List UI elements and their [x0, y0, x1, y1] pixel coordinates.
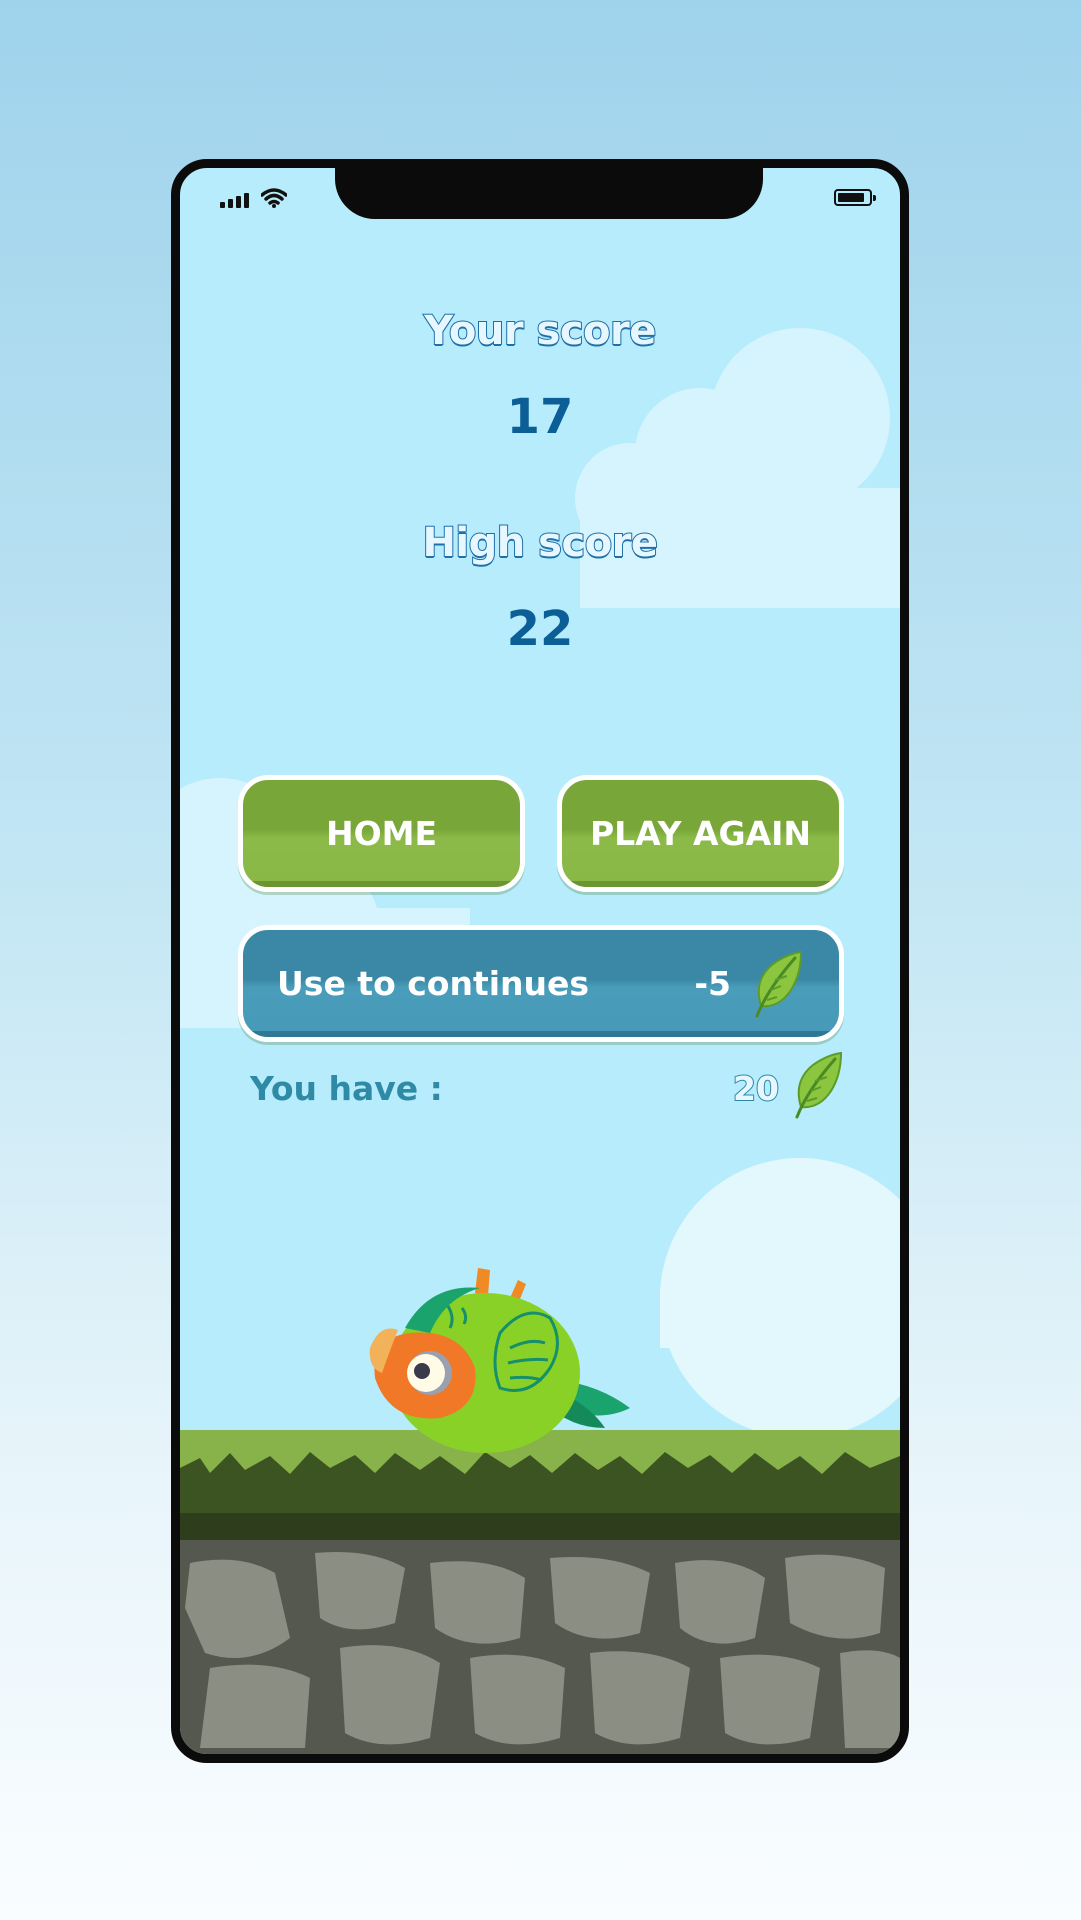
status-bar-left	[220, 188, 287, 208]
wallet-label: You have :	[250, 1069, 443, 1108]
rock-wall	[180, 1540, 900, 1754]
continue-button[interactable]: Use to continues -5	[238, 925, 844, 1042]
home-button[interactable]: HOME	[238, 775, 525, 892]
cloud-top-right	[575, 328, 900, 608]
high-score-value: 22	[506, 601, 574, 657]
play-again-button-label: PLAY AGAIN	[589, 814, 812, 853]
leaf-icon	[795, 1051, 843, 1119]
continue-cost: -5	[694, 964, 731, 1003]
high-score-label: High score	[421, 519, 659, 567]
home-button-label: HOME	[325, 814, 438, 853]
battery-icon	[834, 189, 876, 206]
signal-icon	[220, 193, 249, 208]
phone-notch	[335, 168, 763, 219]
your-score-label: Your score	[423, 307, 657, 355]
cloud-bottom-right	[660, 1158, 900, 1438]
wifi-icon	[261, 188, 287, 208]
continue-button-label: Use to continues	[277, 964, 590, 1003]
play-again-button[interactable]: PLAY AGAIN	[557, 775, 844, 892]
wallet-balance: 20	[732, 1068, 780, 1109]
your-score-value: 17	[506, 389, 574, 445]
phone-frame: Your score 17 High score 22 HOME PLAY AG…	[171, 159, 909, 1763]
parrot-character	[369, 1268, 630, 1453]
leaf-icon	[755, 950, 803, 1018]
